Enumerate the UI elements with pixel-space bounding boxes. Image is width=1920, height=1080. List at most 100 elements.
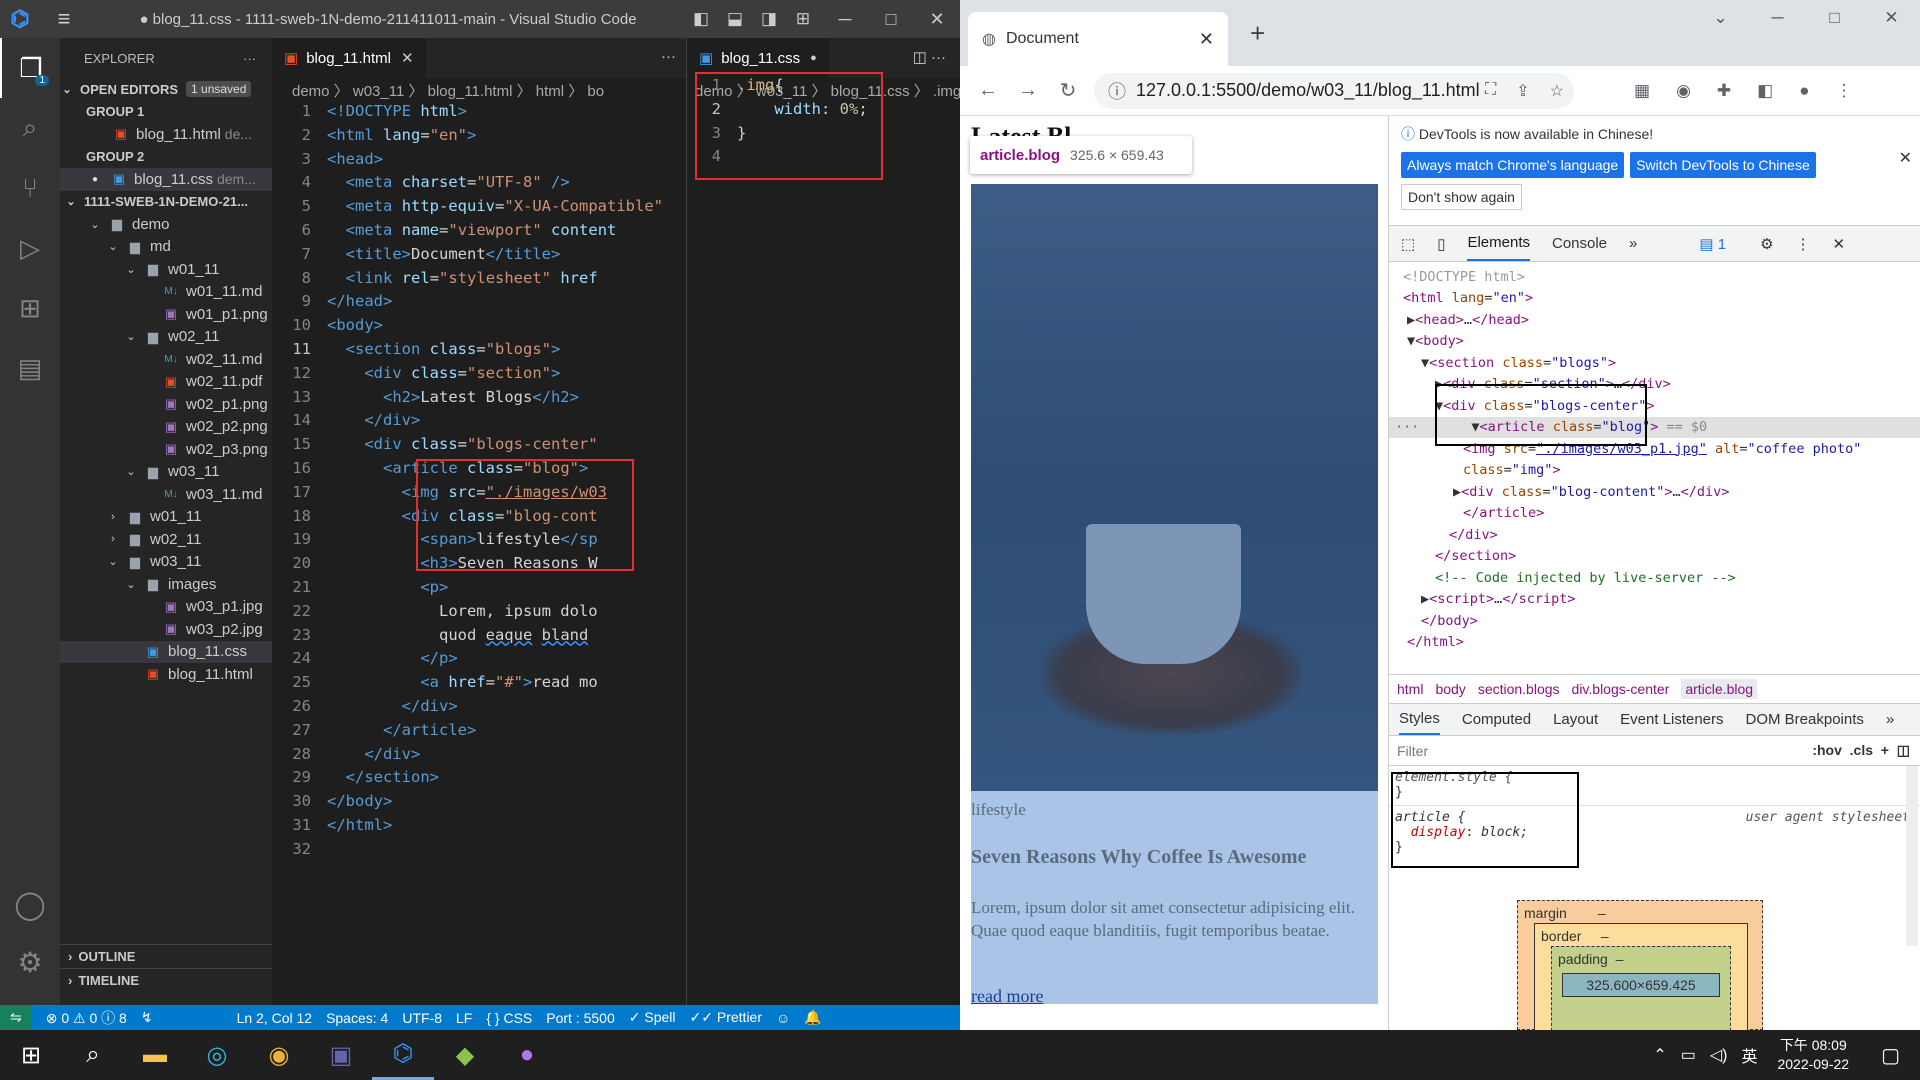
paint-icon[interactable]: ● xyxy=(496,1030,558,1080)
reload-icon[interactable]: ↻ xyxy=(1048,78,1088,103)
breadcrumb[interactable]: demo 〉 w03_11 〉 blog_11.html 〉 html 〉 bo xyxy=(272,78,686,102)
feedback-icon[interactable]: ☺ xyxy=(776,1010,790,1026)
bookmark-star-icon[interactable]: ☆ xyxy=(1550,81,1564,101)
extensions-icon[interactable]: ⊞ xyxy=(0,278,60,338)
outline-section[interactable]: › OUTLINE xyxy=(60,944,272,968)
back-icon[interactable]: ← xyxy=(968,79,1008,102)
editor-html[interactable]: ▣ blog_11.html ✕ ··· demo 〉 w03_11 〉 blog_… xyxy=(272,38,686,1005)
switch-chinese-button[interactable]: Switch DevTools to Chinese xyxy=(1630,152,1816,178)
maximize-button[interactable]: □ xyxy=(868,9,914,30)
styles-tab[interactable]: Event Listeners xyxy=(1620,711,1723,728)
close-tab-icon[interactable]: ✕ xyxy=(1199,29,1214,50)
tree-item[interactable]: ▣ w02_p1.png xyxy=(60,393,272,416)
styles-tab[interactable]: DOM Breakpoints xyxy=(1746,711,1864,728)
minimize-button[interactable]: ─ xyxy=(1749,8,1806,28)
timeline-section[interactable]: › TIMELINE xyxy=(60,968,272,992)
inspect-element-icon[interactable]: ⬚ xyxy=(1401,235,1415,253)
match-language-button[interactable]: Always match Chrome's language xyxy=(1401,152,1625,178)
dom-crumb[interactable]: html xyxy=(1397,681,1423,697)
tree-item[interactable]: ▣ w02_11.pdf xyxy=(60,371,272,394)
translate-icon[interactable]: ⛶ xyxy=(1485,81,1496,101)
menu-icon[interactable]: ≡ xyxy=(40,6,88,32)
more-tabs-icon[interactable]: » xyxy=(1886,711,1894,728)
remote-icon[interactable]: ⇋ xyxy=(0,1005,32,1030)
close-button[interactable]: ✕ xyxy=(1863,8,1920,28)
cls-toggle[interactable]: .cls xyxy=(1850,742,1873,758)
vscode-taskbar-icon[interactable]: ⌬ xyxy=(372,1030,434,1080)
tree-item[interactable]: M↓ w02_11.md xyxy=(60,348,272,371)
close-tab-icon[interactable]: ✕ xyxy=(401,49,414,67)
read-more-link[interactable]: read more xyxy=(971,986,1043,1007)
cursor-position[interactable]: Ln 2, Col 12 xyxy=(237,1010,313,1026)
notifications-icon[interactable]: 🔔 xyxy=(804,1009,821,1026)
browser-tab[interactable]: ◍ Document ✕ xyxy=(968,12,1228,66)
issues-badge[interactable]: ▤ 1 xyxy=(1699,235,1726,253)
tree-item[interactable]: ▣ w03_p1.jpg xyxy=(60,596,272,619)
profile-avatar-icon[interactable]: ● xyxy=(1799,81,1809,101)
side-panel-icon[interactable]: ◧ xyxy=(1757,81,1773,101)
explorer-icon[interactable]: ❐ 1 xyxy=(0,38,60,98)
chrome-icon[interactable]: ◉ xyxy=(248,1030,310,1080)
problems-status[interactable]: ⊗ 0 ⚠ 0 ⓘ 8 xyxy=(46,1008,127,1028)
tree-item[interactable]: › ▆ w01_11 xyxy=(60,506,272,529)
account-icon[interactable]: ◯ xyxy=(0,888,60,921)
indent-status[interactable]: Spaces: 4 xyxy=(326,1010,388,1026)
devtools-close-icon[interactable]: ✕ xyxy=(1833,235,1846,253)
tree-item[interactable]: ▣ w02_p2.png xyxy=(60,416,272,439)
dom-tree[interactable]: <!DOCTYPE html> <html lang = "en" > ▶ <head>… xyxy=(1389,262,1920,674)
tree-item[interactable]: M↓ w01_11.md xyxy=(60,281,272,304)
tree-item[interactable]: M↓ w03_11.md xyxy=(60,483,272,506)
explorer-more-icon[interactable]: ··· xyxy=(243,51,256,66)
search-icon[interactable]: ⌕ xyxy=(62,1030,124,1080)
toggle-secondary-sidebar-icon[interactable]: ◨ xyxy=(756,9,782,29)
html-code[interactable]: 1 <!DOCTYPE html> 2 <html lang="en"> 3 <hea… xyxy=(272,102,686,864)
css-code[interactable]: 1 .img{ 2 width: 0%; 3} 4 xyxy=(687,72,960,180)
forward-icon[interactable]: → xyxy=(1008,79,1048,102)
tab-blog-html[interactable]: ▣ blog_11.html ✕ xyxy=(272,38,426,78)
devtools-settings-icon[interactable]: ⚙ xyxy=(1760,235,1773,253)
group2-label[interactable]: GROUP 2 xyxy=(60,146,272,169)
eol-status[interactable]: LF xyxy=(456,1010,472,1026)
tab-console[interactable]: Console xyxy=(1552,235,1607,252)
extension-icon-1[interactable]: ▦ xyxy=(1634,81,1650,101)
file-explorer-icon[interactable]: ▬ xyxy=(124,1030,186,1080)
settings-gear-icon[interactable]: ⚙ xyxy=(0,946,60,979)
styles-filter[interactable]: Filter:hov .cls + ◫ xyxy=(1389,736,1920,766)
tree-item[interactable]: ▣ w03_p2.jpg xyxy=(60,618,272,641)
styles-tab[interactable]: Styles xyxy=(1399,704,1440,735)
tree-item[interactable]: ▣ w02_p3.png xyxy=(60,438,272,461)
tree-item[interactable]: ▣ blog_11.html xyxy=(60,663,272,686)
tray-chevron-icon[interactable]: ⌃ xyxy=(1653,1045,1666,1065)
ime-indicator[interactable]: 英 xyxy=(1741,1043,1757,1067)
teams-icon[interactable]: ▣ xyxy=(310,1030,372,1080)
computed-sidebar-icon[interactable]: ◫ xyxy=(1897,742,1910,758)
source-control-icon[interactable]: ⑂ xyxy=(0,158,60,218)
minimize-button[interactable]: ─ xyxy=(822,9,868,30)
group1-label[interactable]: GROUP 1 xyxy=(60,101,272,124)
new-rule-icon[interactable]: + xyxy=(1881,742,1889,758)
spell-status[interactable]: ✓ Spell xyxy=(629,1009,676,1026)
tree-item[interactable]: ⌄ ▆ md xyxy=(60,236,272,259)
start-button[interactable]: ⊞ xyxy=(0,1030,62,1080)
live-server-port[interactable]: Port : 5500 xyxy=(546,1010,615,1026)
clock[interactable]: 下午 08:09 2022-09-22 xyxy=(1777,1036,1849,1074)
address-bar[interactable]: ⓘ 127.0.0.1:5500/demo/w03_11/blog_11.html… xyxy=(1094,72,1574,109)
tree-item[interactable]: ▣ w01_p1.png xyxy=(60,303,272,326)
open-editors-section[interactable]: ⌄ OPEN EDITORS 1 unsaved xyxy=(60,78,272,101)
search-icon[interactable]: ⌕ xyxy=(0,98,60,158)
extensions-puzzle-icon[interactable]: ✚ xyxy=(1717,81,1731,101)
new-tab-icon[interactable]: + xyxy=(1250,18,1265,49)
hov-toggle[interactable]: :hov xyxy=(1812,742,1842,758)
notification-center-icon[interactable]: ▢ xyxy=(1881,1043,1900,1068)
dom-crumb[interactable]: body xyxy=(1435,681,1465,697)
dom-crumb[interactable]: section.blogs xyxy=(1478,681,1560,697)
device-toolbar-icon[interactable]: ▯ xyxy=(1437,235,1445,253)
remote-explorer-icon[interactable]: ▤ xyxy=(0,338,60,398)
live-share-icon[interactable]: ↯ xyxy=(141,1009,153,1026)
extension-icon-2[interactable]: ◉ xyxy=(1676,81,1691,101)
split-editor-icon[interactable]: ◫ ··· xyxy=(913,48,946,66)
share-icon[interactable]: ⇪ xyxy=(1516,81,1529,101)
chrome-menu-icon[interactable]: ⋮ xyxy=(1836,81,1853,101)
tree-item[interactable]: › ▆ w02_11 xyxy=(60,528,272,551)
toggle-panel-icon[interactable]: ⬓ xyxy=(722,9,748,29)
